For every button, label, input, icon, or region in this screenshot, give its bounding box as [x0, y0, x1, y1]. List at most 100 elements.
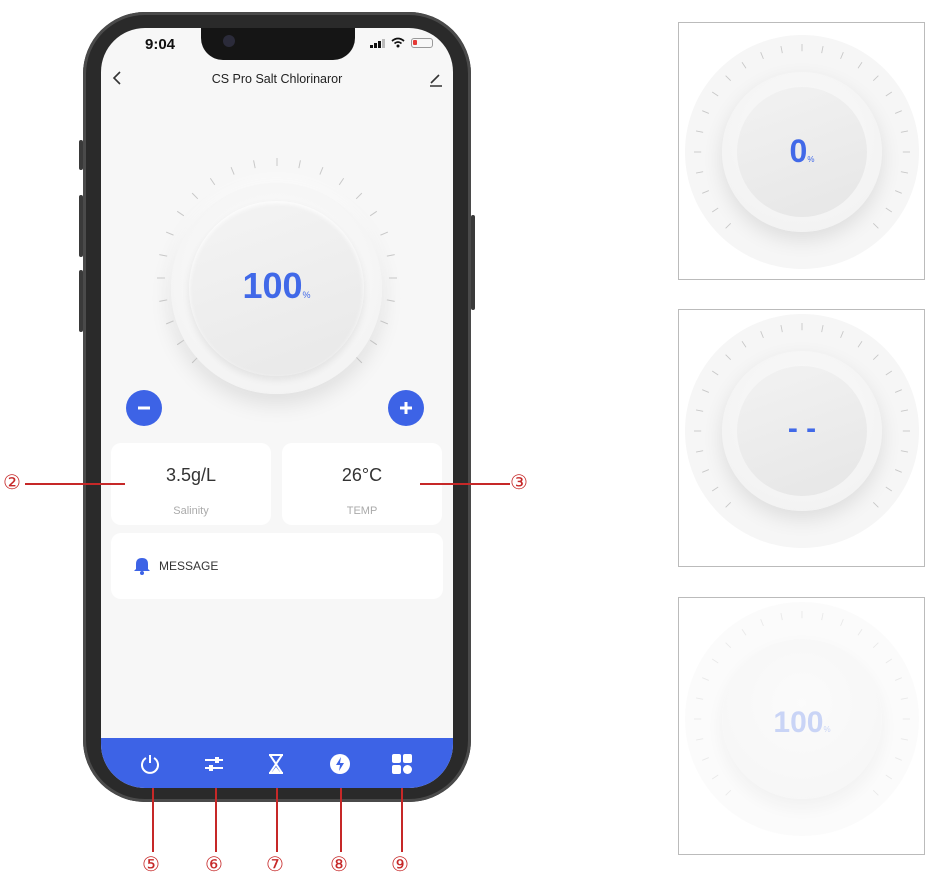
battery-icon — [411, 37, 433, 48]
dial-tick — [885, 370, 893, 376]
callout-5: ⑤ — [142, 852, 160, 876]
dial-tick — [702, 469, 710, 473]
dial-tick — [702, 389, 710, 393]
dial-tick — [821, 612, 824, 621]
dial-tick — [725, 789, 732, 796]
salinity-card[interactable]: 3.5g/L Salinity — [111, 443, 271, 525]
state-offline-value: - - — [787, 412, 817, 445]
dial-tick — [872, 354, 879, 361]
dial-tick — [380, 231, 389, 236]
callout-2: ② — [3, 470, 21, 494]
sliders-icon[interactable] — [203, 753, 225, 775]
power-icon[interactable] — [139, 753, 161, 775]
callout-8: ⑧ — [330, 852, 348, 876]
dial-tick — [885, 207, 893, 213]
decrease-button[interactable] — [126, 390, 162, 426]
dial-tick — [821, 324, 824, 333]
edit-button[interactable] — [427, 70, 445, 88]
dial-tick — [159, 299, 168, 302]
temp-card[interactable]: 26°C TEMP — [282, 443, 442, 525]
minus-icon — [138, 406, 150, 410]
callout-7: ⑦ — [266, 852, 284, 876]
bell-icon — [134, 558, 150, 575]
dial-tick — [165, 320, 174, 325]
dial-tick — [702, 677, 710, 681]
hourglass-icon[interactable] — [265, 753, 287, 775]
dial-tick — [840, 52, 844, 60]
dial-tick — [711, 658, 719, 664]
output-value: 100% — [242, 265, 311, 306]
callout-line-6 — [215, 788, 217, 852]
callout-9: ⑨ — [391, 852, 409, 876]
dial-tick — [780, 612, 783, 621]
dial-tick — [760, 52, 764, 60]
front-camera — [223, 35, 235, 47]
dial-tick — [702, 190, 710, 194]
dial-tick — [885, 658, 893, 664]
dial-tick — [900, 171, 909, 174]
dial-tick — [900, 130, 909, 133]
dial-tick — [386, 299, 395, 302]
dial-tick — [725, 642, 732, 649]
dial-tick — [885, 91, 893, 97]
callout-line-7 — [276, 788, 278, 852]
salinity-label: Salinity — [173, 505, 209, 517]
dial-tick — [741, 61, 747, 69]
callout-line-5 — [152, 788, 154, 852]
state-panel-offline: - - — [678, 309, 925, 567]
dial-tick — [900, 409, 909, 412]
dial-tick — [165, 231, 174, 236]
volume-down-button — [79, 270, 83, 332]
signal-icon — [370, 38, 385, 48]
app-screen: 9:04 CS Pro Salt Chlorinaror 100% 3.5g/L… — [101, 28, 453, 788]
dial-tick — [695, 697, 704, 700]
dial-tick — [894, 190, 902, 194]
callout-line-2 — [25, 483, 125, 485]
status-icons — [370, 37, 433, 48]
dial-tick — [760, 331, 764, 339]
dial-tick — [885, 774, 893, 780]
dial-tick — [725, 354, 732, 361]
grid-icon[interactable] — [391, 753, 413, 775]
dial-tick — [338, 177, 345, 186]
dial-tick — [821, 45, 824, 54]
dial-tick — [894, 389, 902, 393]
dial-tick — [760, 619, 764, 627]
dial-tick — [894, 110, 902, 114]
dial-tick — [711, 207, 719, 213]
dial-tick — [894, 469, 902, 473]
increase-button[interactable] — [388, 390, 424, 426]
message-card[interactable]: MESSAGE — [111, 533, 443, 599]
silent-switch — [79, 140, 83, 170]
dial-tick — [695, 450, 704, 453]
dial-tick — [702, 110, 710, 114]
dial-tick — [857, 628, 863, 636]
dial-tick — [695, 171, 704, 174]
dial-tick — [872, 222, 879, 229]
callout-line-3 — [420, 483, 510, 485]
dial-tick — [253, 160, 256, 169]
dial-tick — [695, 130, 704, 133]
dial-tick — [872, 75, 879, 82]
state-panel-zero: 0% — [678, 22, 925, 280]
bottom-nav — [101, 738, 453, 788]
callout-line-9 — [401, 788, 403, 852]
dial-tick — [711, 91, 719, 97]
notch — [201, 28, 355, 60]
dial-tick — [900, 697, 909, 700]
dial-tick — [369, 339, 378, 346]
status-time: 9:04 — [145, 36, 176, 53]
dial-tick — [872, 642, 879, 649]
state-panel-disabled: 100% — [678, 597, 925, 855]
dial-tick — [711, 774, 719, 780]
dial-tick — [780, 45, 783, 54]
lightning-icon[interactable] — [329, 753, 351, 775]
dial-tick — [894, 677, 902, 681]
dial-tick — [900, 450, 909, 453]
dial-tick — [369, 210, 378, 217]
plus-icon — [400, 402, 412, 414]
dial-tick — [695, 738, 704, 741]
dial-tick — [319, 166, 324, 175]
volume-up-button — [79, 195, 83, 257]
dial-tick — [695, 409, 704, 412]
